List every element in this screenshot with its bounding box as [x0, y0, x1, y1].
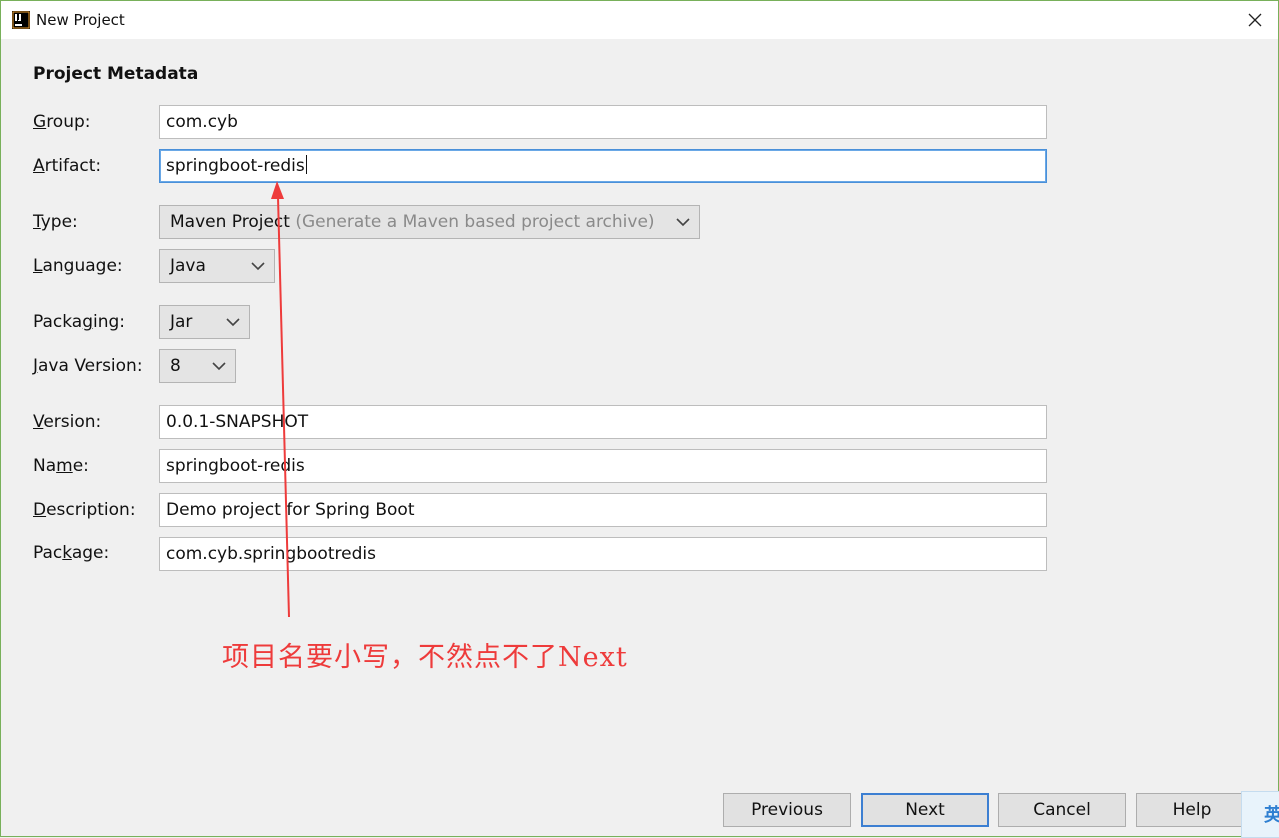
language-dropdown[interactable]: Java	[159, 249, 275, 283]
name-label: Name:	[33, 456, 89, 476]
java-version-label: Java Version:	[33, 356, 143, 376]
artifact-label: Artifact:	[33, 156, 102, 176]
description-field[interactable]: Demo project for Spring Boot	[159, 493, 1047, 527]
next-button[interactable]: Next	[861, 793, 989, 827]
group-label: Group:	[33, 112, 91, 132]
language-label: Language:	[33, 256, 123, 276]
package-label: Package:	[33, 543, 110, 563]
help-button[interactable]: Help	[1136, 793, 1248, 827]
package-field[interactable]: com.cyb.springbootredis	[159, 537, 1047, 571]
window-title: New Project	[36, 11, 125, 29]
new-project-dialog: New Project Project Metadata Group: com.…	[0, 0, 1279, 838]
packaging-dropdown[interactable]: Jar	[159, 305, 250, 339]
name-field[interactable]: springboot-redis	[159, 449, 1047, 483]
title-bar: New Project	[1, 1, 1278, 39]
text-caret	[305, 155, 307, 174]
annotation-note: 项目名要小写，不然点不了Next	[222, 642, 628, 673]
intellij-app-icon	[12, 11, 30, 29]
chevron-down-icon	[676, 218, 690, 227]
description-label: Description:	[33, 500, 136, 520]
version-field[interactable]: 0.0.1-SNAPSHOT	[159, 405, 1047, 439]
chevron-down-icon	[251, 262, 265, 271]
group-field[interactable]: com.cyb	[159, 105, 1047, 139]
type-label: Type:	[33, 212, 78, 232]
close-button[interactable]	[1234, 1, 1276, 39]
artifact-field[interactable]: springboot-redis	[159, 149, 1047, 183]
type-dropdown[interactable]: Maven Project (Generate a Maven based pr…	[159, 205, 700, 239]
close-icon	[1248, 13, 1262, 27]
chevron-down-icon	[212, 362, 226, 371]
ime-language-indicator[interactable]: 英	[1241, 791, 1279, 838]
previous-button[interactable]: Previous	[723, 793, 851, 827]
chevron-down-icon	[226, 318, 240, 327]
cancel-button[interactable]: Cancel	[998, 793, 1126, 827]
version-label: Version:	[33, 412, 102, 432]
section-title: Project Metadata	[33, 64, 199, 84]
packaging-label: Packaging:	[33, 312, 126, 332]
java-version-dropdown[interactable]: 8	[159, 349, 236, 383]
